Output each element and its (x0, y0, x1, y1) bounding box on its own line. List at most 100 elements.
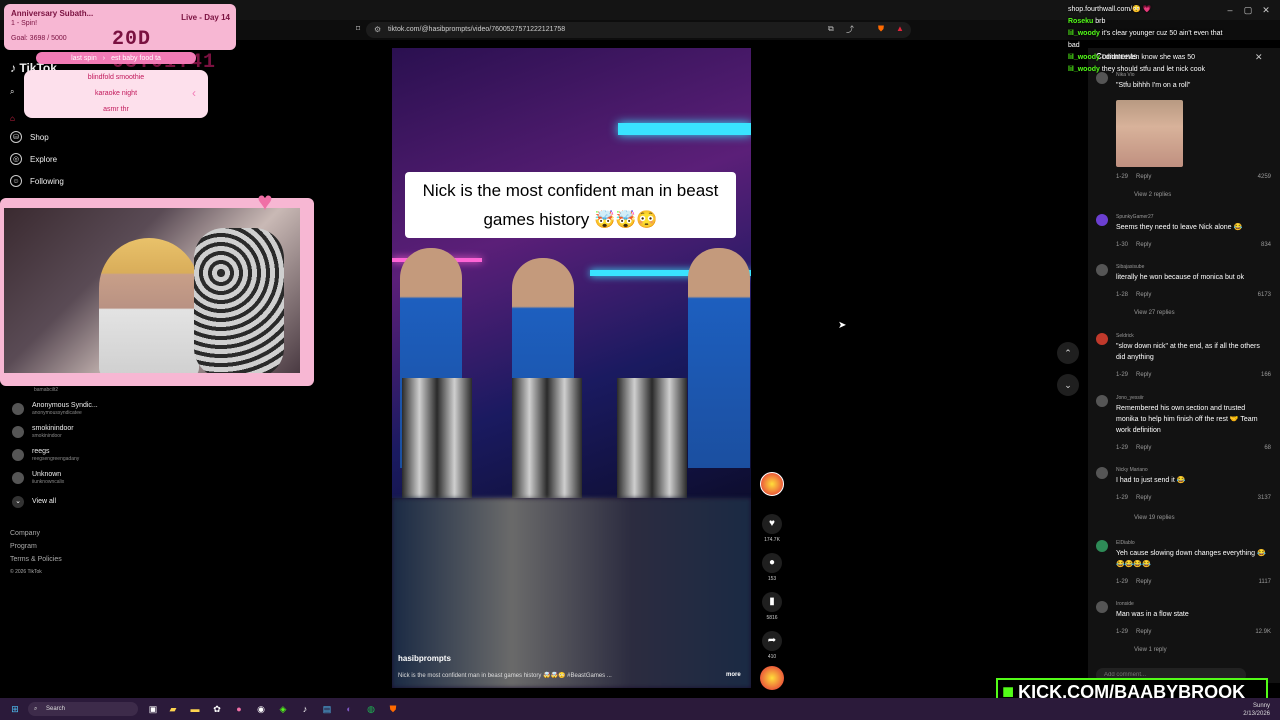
reply-button[interactable]: Reply (1136, 292, 1151, 298)
reply-button[interactable]: Reply (1136, 445, 1151, 451)
next-video-button[interactable]: ⌄ (1057, 374, 1079, 396)
comment-likes[interactable]: 68 (1264, 445, 1271, 451)
app-icon[interactable]: ◈ (276, 702, 290, 716)
reply-button[interactable]: Reply (1136, 372, 1151, 378)
save-count: 5816 (766, 615, 778, 621)
comment-user[interactable]: SpunkyGamer27 (1116, 214, 1154, 220)
home-icon[interactable]: ⌂ (10, 110, 15, 126)
comment-user[interactable]: Sibajasisube (1116, 264, 1144, 270)
comment-user[interactable]: ElDiablo (1116, 540, 1135, 546)
chevron-up-icon: ⌃ (1064, 348, 1072, 358)
account-name: Anonymous Syndic... (32, 402, 98, 409)
comment-user[interactable]: Jono_yessiir (1116, 395, 1144, 401)
comment-user[interactable]: Nicky Mariano (1116, 467, 1148, 473)
account-handle: anonymoussyndicatee (32, 410, 82, 416)
taskbar-search[interactable]: ⌕ Search (28, 702, 138, 716)
creator-avatar[interactable] (760, 472, 784, 496)
account-handle-partial: bamabcilt2 (34, 387, 59, 393)
reply-button[interactable]: Reply (1136, 579, 1151, 585)
video-player[interactable] (392, 48, 751, 688)
spin-current: last spin (71, 54, 97, 62)
like-button[interactable]: ♥ 174.7K (760, 514, 784, 543)
discord-icon[interactable]: ◐ (342, 702, 356, 716)
video-username[interactable]: hasibprompts (398, 654, 451, 663)
sidebar-item-explore[interactable]: ◎ Explore (10, 151, 57, 167)
windows-start-icon[interactable]: ⊞ (8, 702, 22, 716)
comment-likes[interactable]: 3137 (1258, 495, 1271, 501)
view-replies-button[interactable]: View 2 replies (1134, 192, 1171, 198)
copyright: © 2026 TikTok (10, 569, 42, 575)
comment-likes[interactable]: 166 (1261, 372, 1271, 378)
steam-icon[interactable]: ◉ (254, 702, 268, 716)
footer-link-company[interactable]: Company (10, 530, 40, 537)
account-item[interactable]: reegs reegsengreengadany (12, 448, 79, 462)
comment-icon: ● (762, 553, 782, 573)
folder-icon[interactable]: ▬ (188, 702, 202, 716)
rewards-icon[interactable]: ▲ (896, 24, 904, 33)
comment-text: "Stfu bihhh I'm on a roll" (1116, 82, 1191, 89)
task-view-icon[interactable]: ▣ (146, 702, 160, 716)
reply-button[interactable]: Reply (1136, 495, 1151, 501)
comment-likes[interactable]: 1117 (1259, 579, 1271, 585)
share-button[interactable]: ➦ 410 (760, 631, 784, 660)
chat-user: Roseku (1068, 18, 1094, 25)
account-item[interactable]: Anonymous Syndic... anonymoussyndicatee (12, 402, 98, 416)
sidebar-item-following[interactable]: ☺ Following (10, 173, 64, 189)
view-replies-button[interactable]: View 19 replies (1134, 515, 1175, 521)
reply-button[interactable]: Reply (1136, 174, 1151, 180)
account-handle: smokinindoor (32, 433, 62, 439)
reply-button[interactable]: Reply (1136, 242, 1151, 248)
account-item[interactable]: smokinindoor smokinindoor (12, 425, 74, 439)
account-item[interactable]: Unknown iiunknowncalix (12, 471, 64, 485)
file-explorer-icon[interactable]: ▰ (166, 702, 180, 716)
view-all-button[interactable]: ⌄ View all (12, 496, 56, 508)
avatar (12, 426, 24, 438)
view-replies-button[interactable]: View 27 replies (1134, 310, 1175, 316)
share-page-icon[interactable]: ⤴ (846, 24, 854, 35)
comment-time: 1-29 (1116, 495, 1129, 501)
brave-icon[interactable]: ⛊ (386, 702, 400, 716)
view-all-label: View all (32, 498, 56, 505)
music-disc[interactable] (760, 666, 784, 690)
app-icon[interactable]: ● (232, 702, 246, 716)
save-button[interactable]: ▮ 5816 (760, 592, 784, 621)
chat-line: lil_woody they should stfu and let nick … (1068, 64, 1280, 76)
comment-text: I had to just send it 😂 (1116, 477, 1186, 484)
bookmark-icon[interactable]: ⌑ (356, 24, 360, 33)
comment-button[interactable]: ● 153 (760, 553, 784, 582)
video-description: Nick is the most confident man in beast … (398, 673, 612, 679)
comment-likes[interactable]: 834 (1261, 242, 1271, 248)
view-replies-button[interactable]: View 1 reply (1134, 647, 1167, 653)
url-text: tiktok.com/@hasibprompts/video/760052757… (388, 26, 566, 33)
comment-user[interactable]: Ironside (1116, 601, 1134, 607)
comment-likes[interactable]: 6173 (1258, 292, 1271, 298)
comment-time: 1-29 (1116, 629, 1129, 635)
video-caption-overlay: Nick is the most confident man in beast … (405, 172, 736, 238)
comment-image (1116, 100, 1183, 167)
previous-video-button[interactable]: ⌃ (1057, 342, 1079, 364)
comment-user[interactable]: Seldrick (1116, 333, 1134, 339)
app-icon[interactable]: ✿ (210, 702, 224, 716)
chevron-right-icon: › (102, 54, 106, 62)
reply-button[interactable]: Reply (1136, 629, 1151, 635)
sidebar-item-shop[interactable]: ⛁ Shop (10, 129, 49, 145)
app-icon[interactable]: ▤ (320, 702, 334, 716)
search-icon[interactable]: ⌕ (10, 84, 14, 100)
tiktok-icon[interactable]: ♪ (298, 702, 312, 716)
spotify-icon[interactable]: ◍ (364, 702, 378, 716)
chat-line: Roseku brb (1068, 16, 1280, 28)
footer-link-terms[interactable]: Terms & Policies (10, 556, 62, 563)
account-name: reegs (32, 448, 50, 455)
comment-item: ElDiablo Yeh cause slowing down changes … (1096, 540, 1271, 590)
chevron-left-icon: ‹ (192, 86, 196, 100)
comment-time: 1-29 (1116, 372, 1129, 378)
more-button[interactable]: more (726, 672, 741, 678)
chat-user: lil_woody (1068, 30, 1100, 37)
extension-icon[interactable]: ⧉ (828, 24, 834, 34)
comment-likes[interactable]: 4259 (1258, 174, 1271, 180)
bookmark-icon: ▮ (762, 592, 782, 612)
footer-link-program[interactable]: Program (10, 543, 37, 550)
brave-shield-icon[interactable]: ⛊ (878, 24, 884, 34)
site-info-icon[interactable]: ⚙ (374, 22, 381, 38)
comment-likes[interactable]: 12.9K (1255, 629, 1271, 635)
